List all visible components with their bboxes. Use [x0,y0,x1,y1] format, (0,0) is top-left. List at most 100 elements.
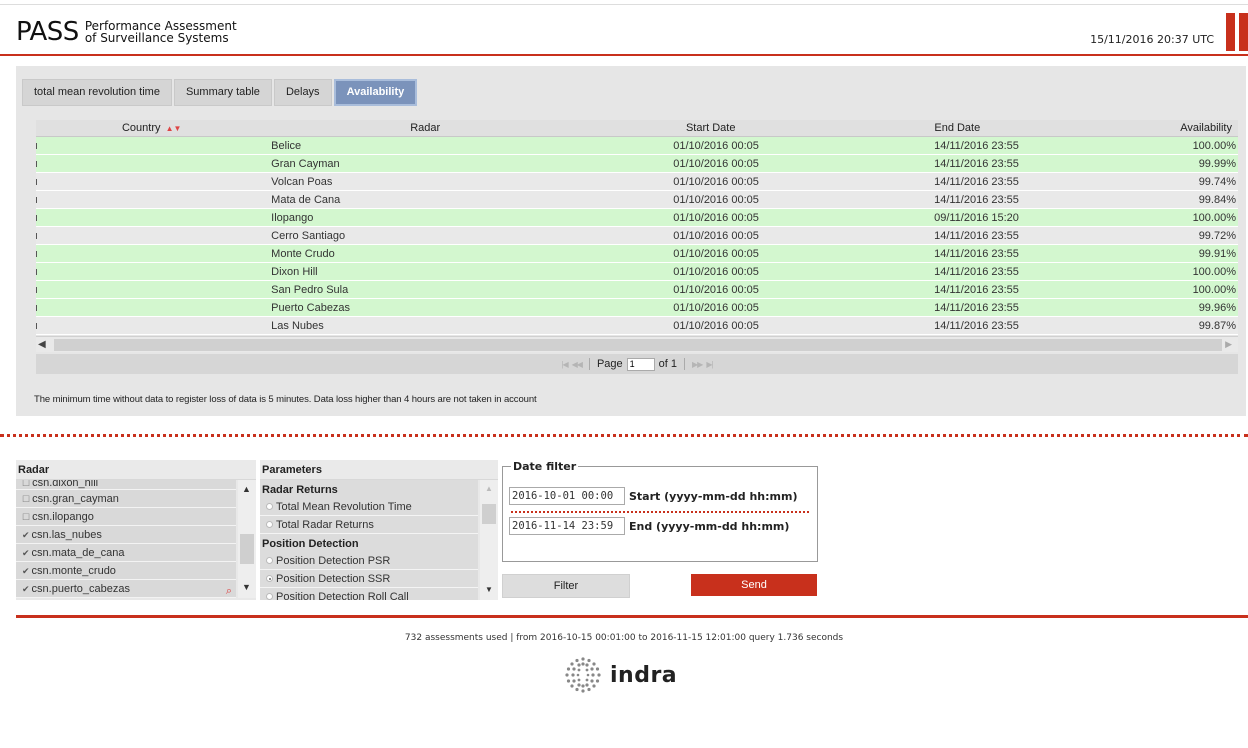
brand-bar-icon [1224,13,1248,51]
page-number-input[interactable] [626,357,655,371]
radar-item-monte-crudo[interactable]: ✔ csn.monte_crudo [16,562,236,580]
radar-item-ilopango[interactable]: ☐ csn.ilopango [16,508,236,526]
param-item-position-detection-roll-call[interactable]: Position Detection Roll Call [260,588,478,600]
table-row[interactable]: Gran Cayman 01/10/2016 00:05 14/11/2016 23… [36,155,1238,173]
parameters-list-scrollbar[interactable]: ▲ ▼ [480,480,498,600]
radar-item-label: csn.ilopango [32,511,94,523]
radar-list-scrollbar[interactable]: ▲ ▼ [238,480,256,598]
param-item-total-radar-returns[interactable]: Total Radar Returns [260,516,478,534]
header-datetime: 15/11/2016 20:37 UTC [1090,33,1214,46]
scroll-down-icon[interactable]: ▼ [242,582,251,592]
row-marker-icon [36,233,37,239]
column-header-country[interactable]: Country ▲▼ [36,120,267,136]
radio-icon [266,503,273,510]
cell-radar: Gran Cayman [271,158,340,170]
logo-subtitle: Performance Assessment of Surveillance S… [85,20,237,44]
cell-availability: 100.00% [1192,266,1236,278]
start-date-input[interactable] [509,487,625,505]
radar-item-dixon-hill[interactable]: ☐ csn.dixon_hill [16,480,236,490]
date-filter-divider [511,511,809,513]
date-filter-fieldset: Date filter Start (yyyy-mm-dd hh:mm) End… [502,460,818,562]
row-marker-icon [36,269,37,275]
cell-radar: Monte Crudo [271,248,335,260]
cell-start-date: 01/10/2016 00:05 [673,176,759,188]
checkbox-checked-icon: ✔ [22,530,30,540]
row-marker-icon [36,197,37,203]
end-date-input[interactable] [509,517,625,535]
send-button[interactable]: Send [691,574,817,596]
radio-icon [266,593,273,600]
scrollbar-thumb[interactable] [240,534,254,564]
radar-item-puerto-cabezas[interactable]: ✔ csn.puerto_cabezas ⌕ [16,580,236,598]
checkbox-icon: ☐ [22,494,31,504]
radar-item-gran-cayman[interactable]: ☐ csn.gran_cayman [16,490,236,508]
param-item-position-detection-ssr[interactable]: Position Detection SSR [260,570,478,588]
table-row[interactable]: Volcan Poas 01/10/2016 00:05 14/11/2016 23… [36,173,1238,191]
cell-availability: 99.96% [1198,302,1236,314]
cell-end-date: 14/11/2016 23:55 [934,284,1019,296]
param-item-label: Position Detection Roll Call [276,591,409,600]
table-row[interactable]: Belice 01/10/2016 00:05 14/11/2016 23:55 10… [36,137,1238,155]
radar-item-mata-de-cana[interactable]: ✔ csn.mata_de_cana [16,544,236,562]
column-header-availability[interactable]: Availability [1058,120,1238,136]
cell-country [36,299,269,316]
last-page-icon[interactable]: ▶| [706,360,713,369]
cell-availability: 100.00% [1192,140,1236,152]
param-group-position-detection: Position Detection [260,534,478,552]
scroll-right-icon[interactable]: ▶ [1225,339,1232,350]
table-body: Belice 01/10/2016 00:05 14/11/2016 23:55 10… [36,137,1238,335]
cell-end-date: 14/11/2016 23:55 [934,302,1019,314]
column-header-start-date[interactable]: Start Date [583,120,838,136]
scrollbar-thumb[interactable] [482,504,496,524]
table-row[interactable]: Ilopango 01/10/2016 00:05 09/11/2016 15:20… [36,209,1238,227]
cell-radar: San Pedro Sula [271,284,349,296]
filter-button[interactable]: Filter [502,574,630,598]
horizontal-scrollbar[interactable]: ◀ ▶ [36,336,1238,352]
scroll-up-icon[interactable]: ▲ [485,484,493,493]
column-header-radar[interactable]: Radar [267,120,583,136]
tab-summary-table[interactable]: Summary table [173,79,272,106]
tab-delays[interactable]: Delays [273,79,332,106]
radar-item-label: csn.gran_cayman [32,493,119,505]
cell-radar: Mata de Cana [271,194,341,206]
table-header: Country ▲▼ Radar Start Date End Date Ava… [36,120,1238,137]
tab-total-mean-revolution-time[interactable]: total mean revolution time [22,79,172,106]
param-item-label: Total Radar Returns [276,519,374,531]
scrollbar-thumb[interactable] [54,339,1222,351]
scroll-down-icon[interactable]: ▼ [485,585,493,594]
table-row[interactable]: Mata de Cana 01/10/2016 00:05 14/11/2016 2… [36,191,1238,209]
cell-availability: 99.72% [1198,230,1236,242]
radar-item-las-nubes[interactable]: ✔ csn.las_nubes [16,526,236,544]
cell-start-date: 01/10/2016 00:05 [673,248,759,260]
prev-page-icon[interactable]: ◀◀ [572,360,583,369]
pager-separator [588,358,590,370]
table-row[interactable]: Las Nubes 01/10/2016 00:05 14/11/2016 23:5… [36,317,1238,335]
end-date-row: End (yyyy-mm-dd hh:mm) [509,517,789,535]
radar-list: ☐ csn.dixon_hill ☐ csn.gran_cayman ☐ csn.il… [16,480,236,598]
scroll-left-icon[interactable]: ◀ [38,339,46,350]
scroll-up-icon[interactable]: ▲ [242,484,251,494]
param-item-position-detection-psr[interactable]: Position Detection PSR [260,552,478,570]
row-marker-icon [36,323,37,329]
first-page-icon[interactable]: |◀ [561,360,568,369]
table-row[interactable]: Dixon Hill 01/10/2016 00:05 14/11/2016 23:… [36,263,1238,281]
cell-end-date: 14/11/2016 23:55 [934,266,1019,278]
cell-end-date: 14/11/2016 23:55 [934,158,1019,170]
row-marker-icon [36,215,37,221]
indra-dots-icon [565,657,601,693]
radio-icon [266,521,273,528]
cell-radar: Cerro Santiago [271,230,346,242]
table-row[interactable]: San Pedro Sula 01/10/2016 00:05 14/11/2016… [36,281,1238,299]
next-page-icon[interactable]: ▶▶ [692,360,703,369]
table-row[interactable]: Cerro Santiago 01/10/2016 00:05 14/11/2016… [36,227,1238,245]
search-icon[interactable]: ⌕ [226,582,232,598]
table-row[interactable]: Puerto Cabezas 01/10/2016 00:05 14/11/2016… [36,299,1238,317]
tab-availability[interactable]: Availability [333,79,418,106]
table-row[interactable]: Monte Crudo 01/10/2016 00:05 14/11/2016 23… [36,245,1238,263]
cell-start-date: 01/10/2016 00:05 [673,302,759,314]
row-marker-icon [36,287,37,293]
column-header-end-date[interactable]: End Date [838,120,1058,136]
cell-start-date: 01/10/2016 00:05 [673,140,759,152]
start-date-label: Start (yyyy-mm-dd hh:mm) [629,489,798,503]
param-item-total-mean-revolution-time[interactable]: Total Mean Revolution Time [260,498,478,516]
